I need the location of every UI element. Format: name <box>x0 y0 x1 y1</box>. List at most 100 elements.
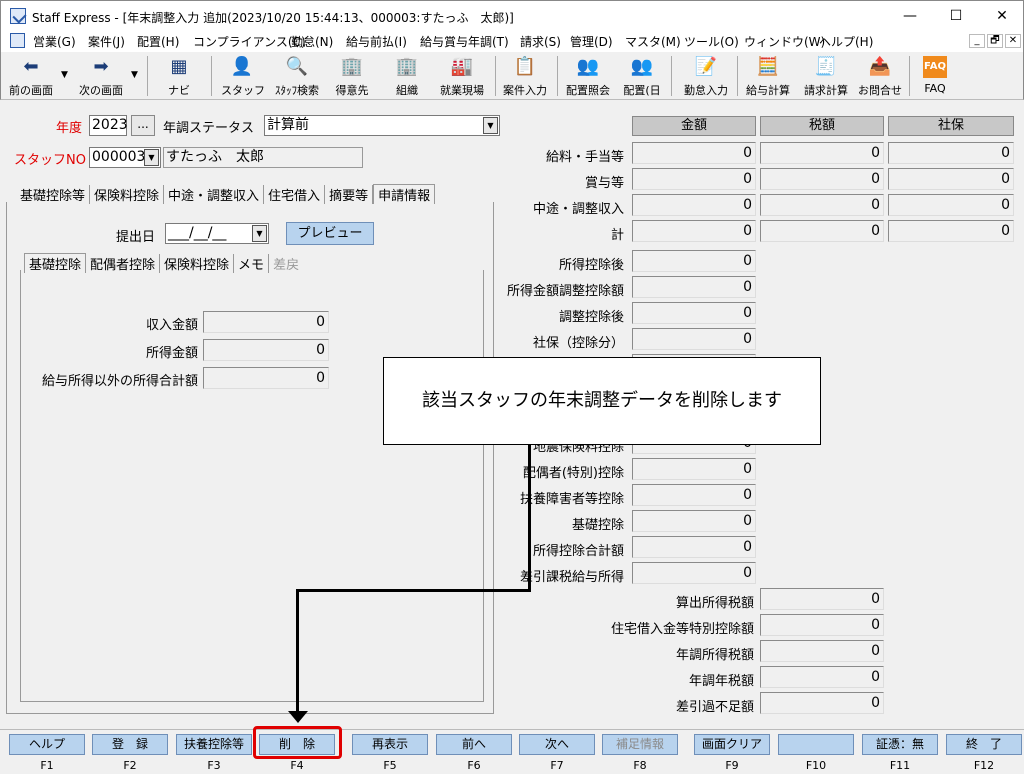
navi-button[interactable]: ▦ ナビ <box>157 54 201 98</box>
deduction-value-field: 0 <box>632 302 756 324</box>
amount-header: 金額 <box>632 116 756 136</box>
attendance-input-button[interactable]: 📝 勤怠入力 <box>679 54 733 98</box>
deduction-row-label: 所得金額調整控除額 <box>506 284 624 299</box>
year-browse-button[interactable]: ... <box>131 115 155 136</box>
menu-payroll[interactable]: 給与賞与年調(T) <box>420 33 509 50</box>
fkey-f8-button[interactable]: 補足情報 <box>602 734 678 755</box>
tax-row-label: 算出所得税額 <box>675 596 754 611</box>
maximize-button[interactable]: ☐ <box>933 1 979 31</box>
back-button[interactable]: ⬅ 前の画面 <box>5 54 57 98</box>
summary-value-field: 0 <box>760 142 884 164</box>
menu-jobs[interactable]: 案件(J) <box>88 33 125 50</box>
fkey-f6-button[interactable]: 前へ <box>436 734 512 755</box>
deduction-value-field: 0 <box>632 484 756 506</box>
fkey-f2-label: F2 <box>123 759 137 772</box>
menu-master[interactable]: マスタ(M) <box>625 33 681 50</box>
faq-button[interactable]: FAQ FAQ <box>915 54 955 98</box>
year-input[interactable]: 2023 <box>89 115 128 136</box>
toolbar-separator <box>557 56 558 96</box>
faq-icon: FAQ <box>923 56 947 78</box>
tab-application-info[interactable]: 申請情報 <box>373 184 436 204</box>
basic-deduction-panel <box>20 270 484 702</box>
fkey-f7-label: F7 <box>550 759 564 772</box>
menu-tools[interactable]: ツール(O) <box>684 33 739 50</box>
fkey-f3-button[interactable]: 扶養控除等 <box>176 734 252 755</box>
chevron-down-icon[interactable]: ▼ <box>61 70 68 80</box>
tax-value-field: 0 <box>760 614 884 636</box>
forward-button[interactable]: ➡ 次の画面 <box>73 54 129 98</box>
fkey-f10-label: F10 <box>805 759 827 772</box>
fkey-f11-button[interactable]: 証憑：無 <box>862 734 938 755</box>
staff-no-label: スタッフNO <box>14 153 86 168</box>
menu-admin[interactable]: 管理(D) <box>570 33 613 50</box>
other-income-total-label: 給与所得以外の所得合計額 <box>41 374 198 389</box>
assignment-query-button[interactable]: 👥 配置照会 <box>561 54 615 98</box>
fkey-f8-label: F8 <box>633 759 647 772</box>
toolbar-separator <box>147 56 148 96</box>
tax-value-field: 0 <box>760 640 884 662</box>
menu-sales[interactable]: 営業(G) <box>33 33 76 50</box>
fkey-f9-button[interactable]: 画面クリア <box>694 734 770 755</box>
menu-advance-pay[interactable]: 給与前払(I) <box>346 33 407 50</box>
minimize-button[interactable]: — <box>887 1 933 31</box>
arrow-line <box>528 445 531 591</box>
fkey-f11-label: F11 <box>889 759 911 772</box>
fkey-f12-button[interactable]: 終 了 <box>946 734 1022 755</box>
inquiry-button[interactable]: 📤 お問合せ <box>855 54 905 98</box>
toolbar-separator <box>495 56 496 96</box>
staff-name-field: すたっふ 太郎 <box>163 147 363 168</box>
toolbar-separator <box>211 56 212 96</box>
main-tabs: 基礎控除等 保険料控除 中途・調整収入 住宅借入 摘要等 申請情報 <box>16 184 436 204</box>
menu-help[interactable]: ヘルプ(H) <box>819 33 873 50</box>
mdi-restore-button[interactable]: 🗗 <box>987 34 1003 48</box>
navi-icon: ▦ <box>170 56 188 77</box>
job-input-button[interactable]: 📋 案件入力 <box>499 54 551 98</box>
mdi-close-button[interactable]: ✕ <box>1005 34 1021 48</box>
menu-compliance[interactable]: コンプライアンス(C) <box>193 33 306 50</box>
billing-calc-button[interactable]: 🧾 請求計算 <box>799 54 853 98</box>
toolbar: ⬅ 前の画面 ▼ ➡ 次の画面 ▼ ▦ ナビ 👤 スタッフ 🔍 ｽﾀｯﾌ検索 🏢… <box>0 52 1024 100</box>
preview-button[interactable]: プレビュー <box>286 222 374 245</box>
menu-attendance[interactable]: 勤怠(N) <box>291 33 333 50</box>
close-button[interactable]: ✕ <box>979 1 1024 31</box>
arrow-line <box>296 589 531 592</box>
fkey-f7-button[interactable]: 次へ <box>519 734 595 755</box>
staff-button[interactable]: 👤 スタッフ <box>221 54 265 98</box>
organization-button[interactable]: 🏢 組織 <box>387 54 427 98</box>
summary-value-field: 0 <box>888 168 1014 190</box>
staff-search-button[interactable]: 🔍 ｽﾀｯﾌ検索 <box>269 54 325 98</box>
assignment-daily-button[interactable]: 👥 配置(日 <box>619 54 665 98</box>
income-amount-field: 0 <box>203 311 329 333</box>
chevron-down-icon[interactable]: ▼ <box>144 149 159 166</box>
year-label: 年度 <box>56 121 83 136</box>
summary-value-field: 0 <box>632 142 756 164</box>
fkey-f2-button[interactable]: 登 録 <box>92 734 168 755</box>
earned-income-label: 所得金額 <box>145 346 198 361</box>
chevron-down-icon[interactable]: ▼ <box>252 225 267 242</box>
status-select[interactable]: 計算前 <box>264 115 500 136</box>
worksite-button[interactable]: 🏭 就業現場 <box>435 54 489 98</box>
window-title: Staff Express - [年末調整入力 追加(2023/10/20 15… <box>32 11 514 25</box>
menu-assignment[interactable]: 配置(H) <box>137 33 179 50</box>
mdi-minimize-button[interactable]: _ <box>969 34 985 48</box>
assignment-query-icon: 👥 <box>576 56 600 77</box>
deduction-row-label: 差引課税給与所得 <box>519 570 624 585</box>
summary-value-field: 0 <box>760 194 884 216</box>
status-label: 年調ステータス <box>163 121 255 136</box>
fkey-f5-label: F5 <box>383 759 397 772</box>
fkey-f5-button[interactable]: 再表示 <box>352 734 428 755</box>
fkey-f10-button[interactable] <box>778 734 854 755</box>
payroll-calc-button[interactable]: 🧮 給与計算 <box>741 54 795 98</box>
chevron-down-icon[interactable]: ▼ <box>483 117 498 134</box>
summary-value-field: 0 <box>760 168 884 190</box>
deduction-value-field: 0 <box>632 328 756 350</box>
menu-window[interactable]: ウィンドウ(W) <box>744 33 825 50</box>
client-button[interactable]: 🏢 得意先 <box>331 54 373 98</box>
staff-search-icon: 🔍 <box>285 56 309 77</box>
payroll-calc-icon: 🧮 <box>756 56 780 77</box>
chevron-down-icon[interactable]: ▼ <box>131 70 138 80</box>
forward-arrow-icon: ➡ <box>93 56 109 77</box>
menu-billing[interactable]: 請求(S) <box>520 33 561 50</box>
fkey-f1-button[interactable]: ヘルプ <box>9 734 85 755</box>
deduction-value-field: 0 <box>632 536 756 558</box>
